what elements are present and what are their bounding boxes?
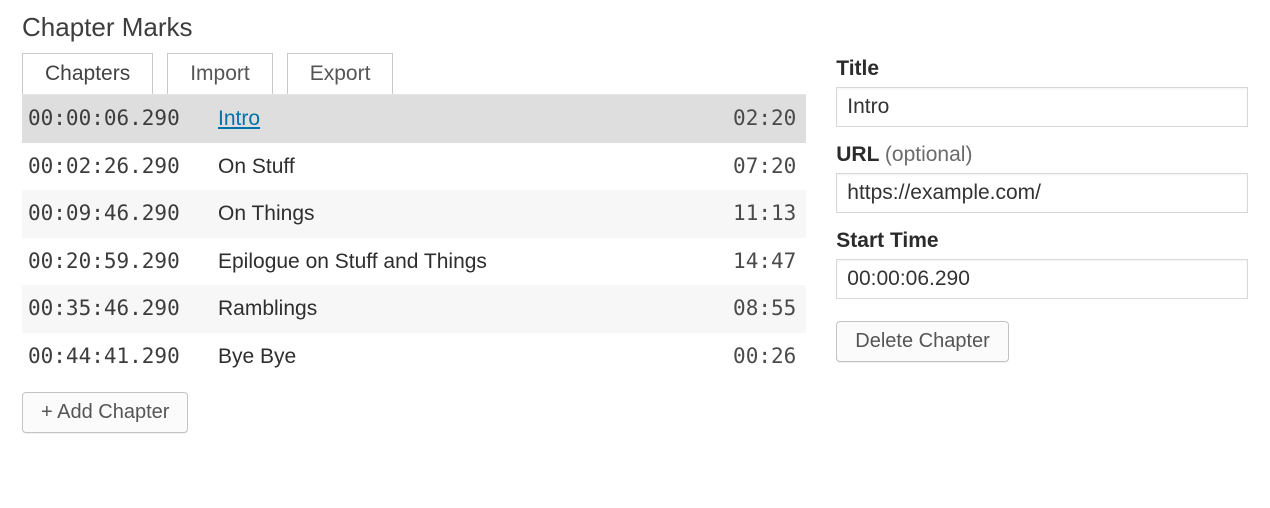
chapter-duration: 14:47	[716, 246, 796, 278]
chapter-start: 00:09:46.290	[28, 198, 218, 230]
tab-chapters[interactable]: Chapters	[22, 53, 153, 94]
tabs: Chapters Import Export	[22, 53, 806, 94]
start-time-input[interactable]	[836, 259, 1248, 299]
tab-export[interactable]: Export	[287, 53, 394, 94]
chapter-title: On Stuff	[218, 151, 716, 183]
chapter-title: Bye Bye	[218, 341, 716, 373]
chapter-row[interactable]: 00:20:59.290 Epilogue on Stuff and Thing…	[22, 238, 806, 286]
chapter-row[interactable]: 00:02:26.290 On Stuff 07:20	[22, 143, 806, 191]
chapter-duration: 08:55	[716, 293, 796, 325]
start-time-label: Start Time	[836, 229, 1248, 253]
chapter-title: Ramblings	[218, 293, 716, 325]
chapter-row[interactable]: 00:09:46.290 On Things 11:13	[22, 190, 806, 238]
chapter-editor: Title URL (optional) Start Time Delete C…	[836, 53, 1248, 362]
chapter-duration: 11:13	[716, 198, 796, 230]
chapter-duration: 02:20	[716, 103, 796, 135]
chapter-row[interactable]: 00:00:06.290 Intro 02:20	[22, 95, 806, 143]
tab-import[interactable]: Import	[167, 53, 273, 94]
chapter-list: 00:00:06.290 Intro 02:20 00:02:26.290 On…	[22, 94, 806, 380]
chapter-title: Epilogue on Stuff and Things	[218, 246, 716, 278]
chapter-start: 00:00:06.290	[28, 103, 218, 135]
delete-chapter-button[interactable]: Delete Chapter	[836, 321, 1009, 362]
chapter-start: 00:20:59.290	[28, 246, 218, 278]
chapter-start: 00:02:26.290	[28, 151, 218, 183]
chapter-row[interactable]: 00:44:41.290 Bye Bye 00:26	[22, 333, 806, 381]
chapter-title: On Things	[218, 198, 716, 230]
title-label: Title	[836, 57, 1248, 81]
chapter-start: 00:44:41.290	[28, 341, 218, 373]
chapter-duration: 07:20	[716, 151, 796, 183]
page-title: Chapter Marks	[22, 12, 1248, 43]
chapter-start: 00:35:46.290	[28, 293, 218, 325]
chapter-title: Intro	[218, 103, 716, 135]
url-label: URL (optional)	[836, 143, 1248, 167]
url-input[interactable]	[836, 173, 1248, 213]
add-chapter-button[interactable]: + Add Chapter	[22, 392, 188, 433]
chapter-row[interactable]: 00:35:46.290 Ramblings 08:55	[22, 285, 806, 333]
title-input[interactable]	[836, 87, 1248, 127]
chapters-panel: Chapters Import Export 00:00:06.290 Intr…	[22, 53, 806, 433]
chapter-duration: 00:26	[716, 341, 796, 373]
chapter-link[interactable]: Intro	[218, 107, 260, 130]
